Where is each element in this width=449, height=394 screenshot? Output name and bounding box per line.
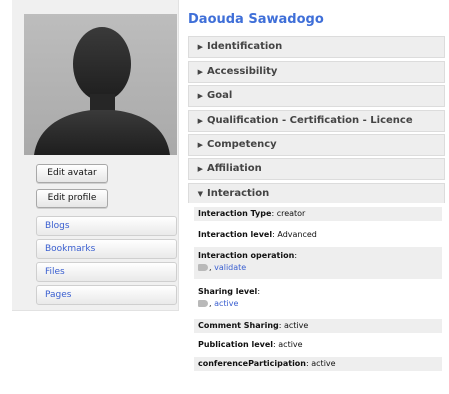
- sidebar: Edit avatar Edit profile Blogs Bookmarks…: [12, 0, 179, 311]
- menu-item-files[interactable]: Files: [36, 262, 177, 282]
- field-label: conferenceParticipation: [198, 359, 306, 368]
- triangle-right-icon: ▶: [197, 43, 203, 51]
- section-interaction[interactable]: ▼ Interaction: [188, 183, 445, 205]
- interaction-content: Interaction Type: creator Interaction le…: [188, 203, 445, 373]
- section-label: Competency: [207, 139, 277, 150]
- section-accessibility[interactable]: ▶ Accessibility: [188, 61, 445, 83]
- field-label: Sharing level: [198, 287, 258, 296]
- operation-validate-link[interactable]: validate: [214, 263, 246, 272]
- triangle-down-icon: ▼: [197, 190, 203, 198]
- tag-icon: [198, 264, 208, 271]
- profile-menu: Blogs Bookmarks Files Pages: [36, 216, 177, 308]
- menu-item-bookmarks[interactable]: Bookmarks: [36, 239, 177, 259]
- conference-participation-row: conferenceParticipation: active: [194, 357, 442, 371]
- field-label: Publication level: [198, 340, 274, 349]
- edit-avatar-button[interactable]: Edit avatar: [36, 164, 108, 183]
- section-label: Qualification - Certification - Licence: [207, 115, 413, 126]
- field-label: Interaction operation: [198, 251, 295, 260]
- interaction-type-row: Interaction Type: creator: [194, 207, 442, 221]
- sharing-level-row: Sharing level: , active: [198, 287, 261, 308]
- profile-name: Daouda Sawadogo: [188, 12, 324, 27]
- section-label: Goal: [207, 90, 233, 101]
- field-label: Comment Sharing: [198, 321, 279, 330]
- avatar: [24, 14, 177, 155]
- triangle-right-icon: ▶: [197, 165, 203, 173]
- sharing-active-link[interactable]: active: [214, 299, 238, 308]
- section-competency[interactable]: ▶ Competency: [188, 134, 445, 156]
- comment-sharing-row: Comment Sharing: active: [194, 319, 442, 333]
- section-identification[interactable]: ▶ Identification: [188, 36, 445, 58]
- triangle-right-icon: ▶: [197, 141, 203, 149]
- section-label: Affiliation: [207, 163, 262, 174]
- field-label: Interaction level: [198, 230, 273, 239]
- interaction-level-row: Interaction level: Advanced: [198, 230, 317, 239]
- field-value: active: [283, 321, 309, 330]
- section-affiliation[interactable]: ▶ Affiliation: [188, 158, 445, 180]
- interaction-operation-row: Interaction operation: , validate: [194, 247, 442, 279]
- triangle-right-icon: ▶: [197, 68, 203, 76]
- edit-profile-button[interactable]: Edit profile: [36, 189, 108, 208]
- field-label: Interaction Type: [198, 209, 272, 218]
- section-goal[interactable]: ▶ Goal: [188, 85, 445, 107]
- triangle-right-icon: ▶: [197, 92, 203, 100]
- field-value: active: [311, 359, 336, 368]
- field-value: creator: [276, 209, 306, 218]
- menu-item-pages[interactable]: Pages: [36, 285, 177, 305]
- section-qualification[interactable]: ▶ Qualification - Certification - Licence: [188, 110, 445, 132]
- section-label: Interaction: [207, 188, 270, 199]
- field-value: active: [278, 340, 303, 349]
- field-value: Advanced: [277, 230, 317, 239]
- menu-item-blogs[interactable]: Blogs: [36, 216, 177, 236]
- section-label: Identification: [207, 41, 283, 52]
- section-label: Accessibility: [207, 66, 278, 77]
- tag-icon: [198, 300, 208, 307]
- publication-level-row: Publication level: active: [198, 340, 303, 349]
- triangle-right-icon: ▶: [197, 117, 203, 125]
- avatar-silhouette-icon: [34, 27, 170, 155]
